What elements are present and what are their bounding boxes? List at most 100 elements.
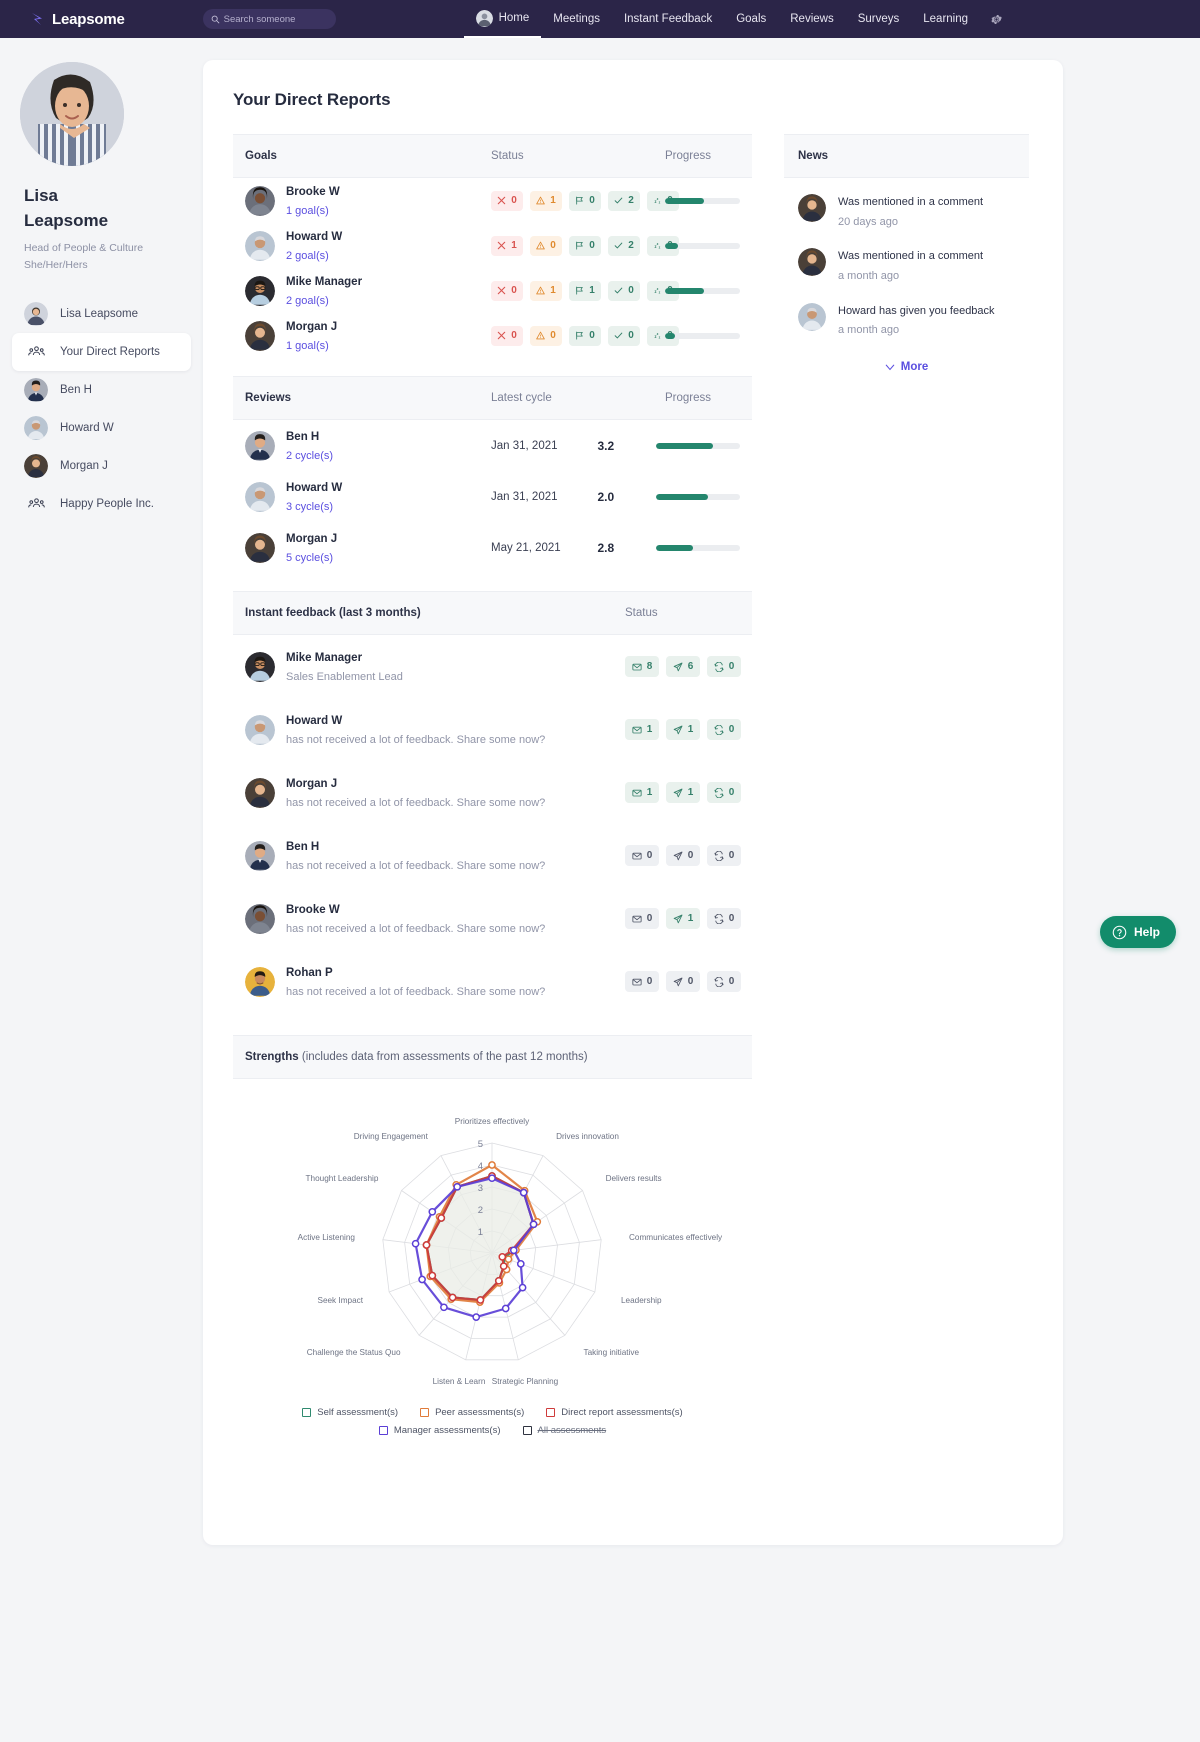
feedback-person[interactable]: Mike Manager Sales Enablement Lead — [245, 648, 625, 686]
brand-logo-group[interactable]: Leapsome — [30, 11, 125, 28]
feedback-person[interactable]: Rohan P has not received a lot of feedbac… — [245, 963, 625, 1001]
status-chip-flag[interactable]: 0 — [569, 235, 601, 256]
feedback-chip-envelope[interactable]: 8 — [625, 656, 659, 677]
status-chip-warn[interactable]: 0 — [530, 325, 562, 346]
review-person[interactable]: Howard W 3 cycle(s) — [245, 478, 491, 516]
feedback-chip-paper-plane[interactable]: 6 — [666, 656, 700, 677]
cycle-count-link[interactable]: 3 cycle(s) — [286, 501, 333, 513]
status-chip-flag[interactable]: 0 — [569, 190, 601, 211]
status-chip-check[interactable]: 0 — [608, 280, 640, 301]
sidebar-item-happy-people-inc[interactable]: Happy People Inc. — [12, 485, 191, 523]
legend-item[interactable]: Manager assessments(s) — [378, 1425, 501, 1436]
sidebar-item-your-direct-reports[interactable]: Your Direct Reports — [12, 332, 191, 371]
sidebar-item-morgan-j[interactable]: Morgan J — [12, 447, 191, 485]
feedback-chip-paper-plane[interactable]: 1 — [666, 719, 700, 740]
table-row[interactable]: Ben H 2 cycle(s) Jan 31, 2021 3.2 — [233, 420, 752, 471]
list-item[interactable]: Was mentioned in a comment a month ago — [784, 232, 1029, 286]
feedback-chip-paper-plane[interactable]: 0 — [666, 971, 700, 992]
goal-person[interactable]: Morgan J 1 goal(s) — [245, 317, 491, 355]
radar-tick-label: 2 — [478, 1205, 483, 1216]
nav-item-surveys[interactable]: Surveys — [846, 0, 912, 38]
legend-item[interactable]: Peer assessments(s) — [420, 1407, 524, 1418]
sidebar-item-howard-w[interactable]: Howard W — [12, 409, 191, 447]
search-input[interactable] — [223, 13, 328, 25]
status-chip-x[interactable]: 1 — [491, 235, 523, 256]
table-row[interactable]: Brooke W1 goal(s)0102zzz0 — [233, 178, 752, 223]
feedback-chip-value: 0 — [646, 913, 653, 924]
table-row[interactable]: Morgan J 5 cycle(s) May 21, 2021 2.8 — [233, 522, 752, 573]
feedback-chip-envelope[interactable]: 0 — [625, 845, 659, 866]
paper-plane-icon — [673, 725, 683, 735]
legend-item[interactable]: Direct report assessments(s) — [546, 1407, 683, 1418]
status-chip-x[interactable]: 0 — [491, 325, 523, 346]
cycle-count-link[interactable]: 5 cycle(s) — [286, 552, 333, 564]
news-more-button[interactable]: More — [784, 361, 1029, 373]
sidebar-item-lisa-leapsome[interactable]: Lisa Leapsome — [12, 295, 191, 333]
search-box[interactable] — [202, 9, 336, 29]
feedback-chip-loop[interactable]: 0 — [707, 656, 741, 677]
nav-item-home[interactable]: Home — [463, 0, 542, 38]
feedback-chip-paper-plane[interactable]: 1 — [666, 908, 700, 929]
feedback-person[interactable]: Morgan J has not received a lot of feedba… — [245, 774, 625, 812]
goal-count-link[interactable]: 1 goal(s) — [286, 340, 329, 352]
table-row[interactable]: Brooke W has not received a lot of feedba… — [233, 887, 752, 950]
feedback-chip-loop[interactable]: 0 — [707, 845, 741, 866]
goal-person[interactable]: Howard W 2 goal(s) — [245, 227, 491, 265]
feedback-chip-paper-plane[interactable]: 1 — [666, 782, 700, 803]
feedback-person[interactable]: Ben H has not received a lot of feedback.… — [245, 837, 625, 875]
nav-item-reviews[interactable]: Reviews — [778, 0, 845, 38]
nav-item-meetings[interactable]: Meetings — [541, 0, 612, 38]
table-row[interactable]: Rohan P has not received a lot of feedbac… — [233, 950, 752, 1013]
status-chip-warn[interactable]: 1 — [530, 190, 562, 211]
status-chip-warn[interactable]: 0 — [530, 235, 562, 256]
feedback-chip-loop[interactable]: 0 — [707, 719, 741, 740]
nav-item-learning[interactable]: Learning — [911, 0, 980, 38]
feedback-chip-loop[interactable]: 0 — [707, 971, 741, 992]
legend-item[interactable]: All assessments — [522, 1425, 606, 1436]
goal-count-link[interactable]: 2 goal(s) — [286, 295, 329, 307]
status-chip-value: 0 — [550, 240, 556, 251]
sidebar-item-ben-h[interactable]: Ben H — [12, 371, 191, 409]
feedback-chip-envelope[interactable]: 0 — [625, 908, 659, 929]
feedback-chip-loop[interactable]: 0 — [707, 908, 741, 929]
nav-item-instant-feedback[interactable]: Instant Feedback — [612, 0, 724, 38]
feedback-chip-envelope[interactable]: 0 — [625, 971, 659, 992]
goal-count-link[interactable]: 2 goal(s) — [286, 250, 329, 262]
table-row[interactable]: Howard W has not received a lot of feedba… — [233, 698, 752, 761]
list-item[interactable]: Was mentioned in a comment 20 days ago — [784, 178, 1029, 232]
list-item[interactable]: Howard has given you feedback a month ago — [784, 287, 1029, 341]
feedback-chip-paper-plane[interactable]: 0 — [666, 845, 700, 866]
feedback-person[interactable]: Brooke W has not received a lot of feedba… — [245, 900, 625, 938]
table-row[interactable]: Howard W 3 cycle(s) Jan 31, 2021 2.0 — [233, 471, 752, 522]
avatar — [245, 840, 275, 871]
goal-person[interactable]: Mike Manager 2 goal(s) — [245, 272, 491, 310]
status-chip-x[interactable]: 0 — [491, 280, 523, 301]
feedback-chip-envelope[interactable]: 1 — [625, 782, 659, 803]
table-row[interactable]: Mike Manager Sales Enablement Lead 8 6 0 — [233, 635, 752, 698]
goal-person[interactable]: Brooke W 1 goal(s) — [245, 182, 491, 220]
status-chip-check[interactable]: 0 — [608, 325, 640, 346]
cycle-count-link[interactable]: 2 cycle(s) — [286, 450, 333, 462]
status-chip-check[interactable]: 2 — [608, 235, 640, 256]
table-row[interactable]: Morgan J has not received a lot of feedba… — [233, 761, 752, 824]
goals-rows: Brooke W1 goal(s)0102zzz0Howard W2 goal(… — [233, 178, 752, 358]
status-chip-x[interactable]: 0 — [491, 190, 523, 211]
review-person[interactable]: Morgan J 5 cycle(s) — [245, 529, 491, 567]
help-button[interactable]: Help — [1099, 916, 1176, 948]
feedback-chip-loop[interactable]: 0 — [707, 782, 741, 803]
legend-item[interactable]: Self assessment(s) — [302, 1407, 398, 1418]
goal-count-link[interactable]: 1 goal(s) — [286, 205, 329, 217]
feedback-chip-envelope[interactable]: 1 — [625, 719, 659, 740]
table-row[interactable]: Morgan J1 goal(s)0000zzz0 — [233, 313, 752, 358]
feedback-person[interactable]: Howard W has not received a lot of feedba… — [245, 711, 625, 749]
table-row[interactable]: Ben H has not received a lot of feedback.… — [233, 824, 752, 887]
status-chip-warn[interactable]: 1 — [530, 280, 562, 301]
table-row[interactable]: Mike Manager2 goal(s)0110zzz0 — [233, 268, 752, 313]
gear-icon[interactable] — [990, 13, 1003, 26]
table-row[interactable]: Howard W2 goal(s)1002zzz0 — [233, 223, 752, 268]
nav-item-goals[interactable]: Goals — [724, 0, 778, 38]
status-chip-flag[interactable]: 0 — [569, 325, 601, 346]
status-chip-check[interactable]: 2 — [608, 190, 640, 211]
status-chip-flag[interactable]: 1 — [569, 280, 601, 301]
review-person[interactable]: Ben H 2 cycle(s) — [245, 427, 491, 465]
